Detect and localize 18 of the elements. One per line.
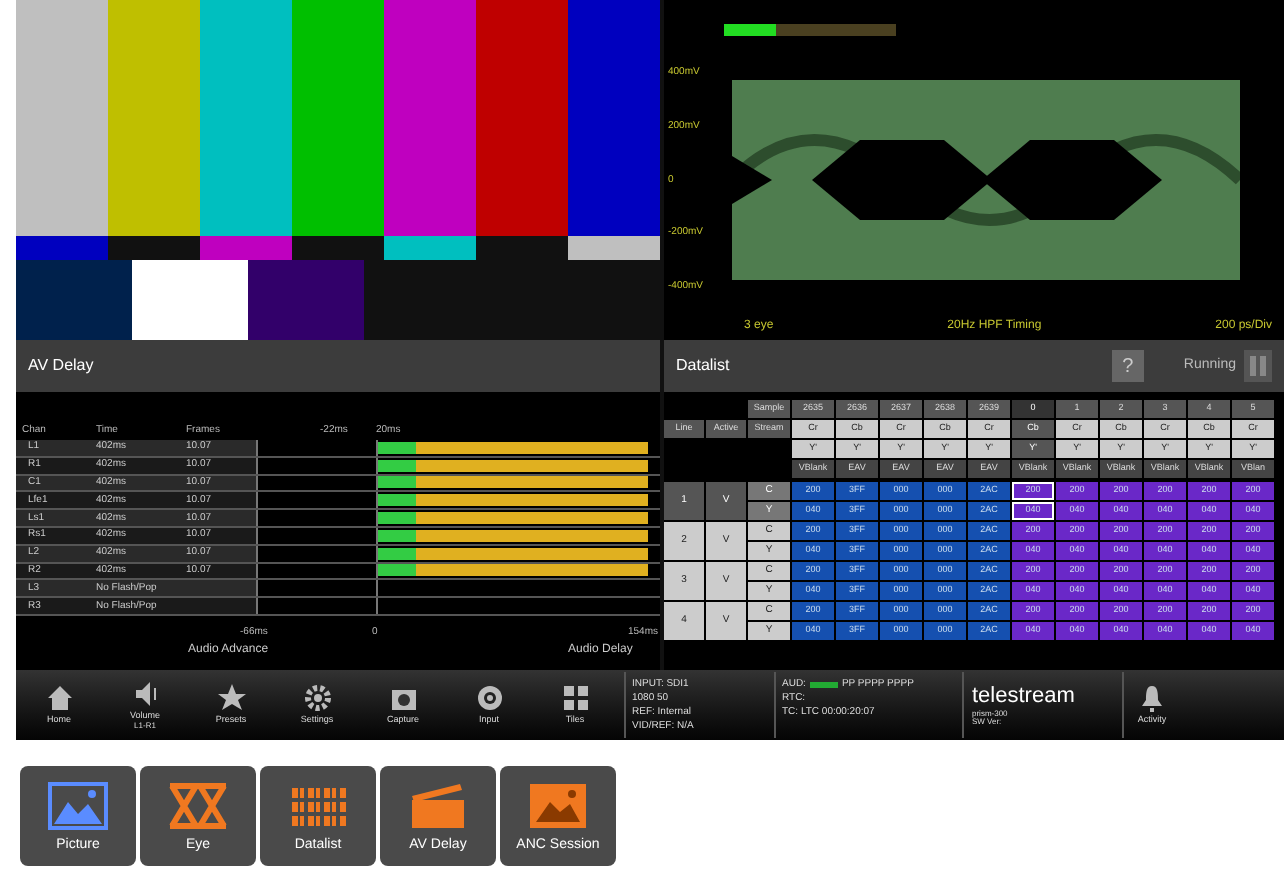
bell-icon <box>1142 685 1162 712</box>
grid-icon <box>561 684 589 713</box>
audio-indicator <box>809 681 838 687</box>
target-icon <box>475 684 503 713</box>
picture-icon <box>48 781 108 829</box>
brand-logo: telestream <box>972 685 1077 707</box>
panel-title: Datalist <box>676 354 730 378</box>
panel-title: AV Delay <box>28 354 94 378</box>
star-icon <box>217 684 245 713</box>
picture-icon <box>528 781 588 829</box>
crossed-lines-icon <box>168 781 228 829</box>
clapperboard-icon <box>408 781 468 829</box>
camera-icon <box>389 684 417 713</box>
help-button[interactable]: ? <box>1111 350 1144 382</box>
settings-icon <box>303 684 331 713</box>
pause-icon[interactable] <box>1244 350 1272 382</box>
speaker-icon <box>131 680 159 709</box>
house-icon <box>45 684 73 713</box>
